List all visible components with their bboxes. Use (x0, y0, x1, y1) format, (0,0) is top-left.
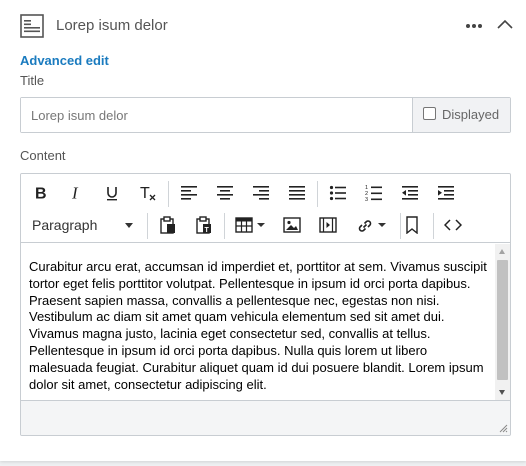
align-justify-icon[interactable] (283, 179, 311, 207)
align-left-icon[interactable] (175, 179, 203, 207)
table-icon (235, 217, 253, 233)
align-center-icon[interactable] (211, 179, 239, 207)
toolbar-separator (224, 213, 225, 239)
editor-content-area[interactable]: Curabitur arcu erat, accumsan id imperdi… (21, 244, 510, 400)
media-icon[interactable] (314, 211, 342, 239)
chevron-up-icon[interactable] (494, 14, 516, 36)
align-right-icon[interactable] (247, 179, 275, 207)
italic-icon[interactable]: I (62, 179, 90, 207)
source-code-icon[interactable] (439, 211, 467, 239)
editor-content-text[interactable]: Curabitur arcu erat, accumsan id imperdi… (29, 259, 494, 393)
displayed-checkbox[interactable] (423, 107, 436, 120)
displayed-label: Displayed (442, 107, 500, 122)
title-input[interactable] (21, 98, 412, 132)
toolbar-separator (433, 213, 434, 239)
advanced-edit-link[interactable]: Advanced edit (20, 53, 109, 68)
svg-text:B: B (35, 186, 47, 202)
toolbar-row-1: B I T 1 2 3 (21, 177, 510, 209)
block-format-select[interactable]: Paragraph (27, 211, 139, 239)
chevron-down-icon (378, 223, 386, 227)
clear-formatting-icon[interactable]: T (134, 179, 162, 207)
link-icon (358, 220, 372, 232)
svg-text:I: I (71, 185, 79, 201)
more-horizontal-icon[interactable] (462, 16, 486, 36)
panel-header: Lorep isum delor (0, 0, 526, 52)
svg-text:T: T (205, 227, 210, 234)
indent-icon[interactable] (432, 179, 460, 207)
bold-icon[interactable]: B (26, 179, 54, 207)
displayed-checkbox-addon[interactable]: Displayed (412, 98, 510, 132)
toolbar-separator (147, 213, 148, 239)
resize-handle-icon[interactable] (498, 423, 508, 433)
panel-title: Lorep isum delor (56, 17, 168, 34)
svg-text:3: 3 (365, 197, 368, 202)
image-icon[interactable] (278, 211, 306, 239)
link-menu-button[interactable] (356, 211, 386, 239)
numbered-list-icon[interactable]: 123 (360, 179, 388, 207)
outdent-icon[interactable] (396, 179, 424, 207)
editor-statusbar (21, 400, 510, 435)
toolbar-row-2: Paragraph T (21, 209, 510, 241)
svg-text:T: T (140, 185, 150, 202)
chevron-down-icon (125, 223, 133, 228)
bookmark-icon[interactable] (398, 211, 426, 239)
bullet-list-icon[interactable] (324, 179, 352, 207)
chevron-down-icon (257, 223, 265, 227)
scroll-down-icon[interactable] (499, 390, 505, 395)
content-label: Content (20, 148, 66, 163)
widget-panel: Lorep isum delor Advanced edit Title Dis… (0, 0, 526, 461)
toolbar-separator (168, 181, 169, 207)
title-field-group: Displayed (20, 97, 511, 133)
block-format-value: Paragraph (32, 217, 98, 233)
title-label: Title (20, 73, 45, 88)
scroll-up-icon[interactable] (499, 249, 505, 254)
scrollbar-thumb[interactable] (497, 260, 508, 380)
toolbar-separator (317, 181, 318, 207)
document-icon (20, 14, 44, 38)
underline-icon[interactable] (98, 179, 126, 207)
paste-icon[interactable] (154, 211, 182, 239)
table-menu-button[interactable] (235, 211, 265, 239)
editor-scrollbar[interactable] (495, 244, 510, 400)
paste-text-icon[interactable]: T (190, 211, 218, 239)
rich-text-editor: B I T 1 2 3 Paragraph T Curabitur arcu e… (20, 173, 511, 436)
editor-toolbar: B I T 1 2 3 Paragraph T (21, 174, 510, 243)
